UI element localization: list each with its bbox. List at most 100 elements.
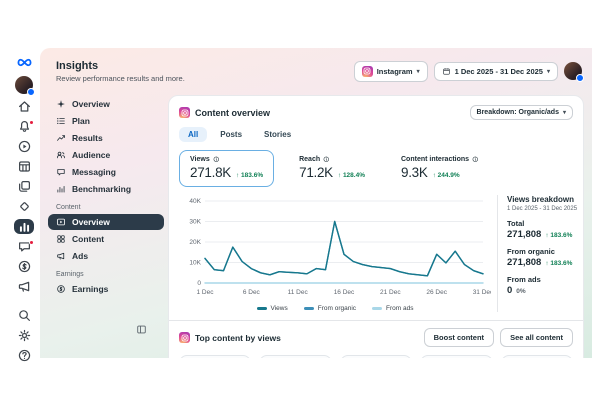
- legend-item-from-ads[interactable]: From ads: [372, 305, 413, 312]
- megaphone-icon: [56, 251, 66, 261]
- settings-gear-icon[interactable]: [14, 328, 34, 343]
- messaging-icon: [56, 167, 66, 177]
- breakdown-row-label: From ads: [507, 275, 541, 284]
- header-controls: Instagram ▾ 1 Dec 2025 - 31 Dec 2025 ▾: [353, 60, 584, 82]
- home-icon[interactable]: [14, 99, 34, 114]
- sidebar-item-overview[interactable]: Overview: [48, 96, 164, 112]
- top-content-card-row: [179, 355, 574, 358]
- instagram-icon: [179, 107, 190, 118]
- top-content-card[interactable]: [420, 355, 493, 358]
- metric-delta: ↑ 244.9%: [432, 172, 460, 179]
- grid-icon: [56, 234, 66, 244]
- svg-text:31 Dec: 31 Dec: [473, 289, 491, 296]
- legend-swatch: [303, 307, 314, 310]
- monetization-dollar-icon[interactable]: [14, 259, 34, 274]
- sidebar-item-overview[interactable]: Overview: [48, 214, 164, 230]
- sidebar-item-messaging[interactable]: Messaging: [48, 164, 164, 180]
- list-icon: [56, 116, 66, 126]
- media-icon: [56, 217, 66, 227]
- top-content-section: Top content by views Boost content See a…: [179, 328, 573, 347]
- metric-card-views[interactable]: Views 271.8K ↑ 183.6%: [179, 150, 275, 187]
- svg-text:1 Dec: 1 Dec: [197, 289, 215, 296]
- views-breakdown-rows: Total 271,808 ↑ 183.6% From organic 271,808 ↑…: [507, 219, 589, 296]
- legend-label: From organic: [317, 305, 357, 312]
- metric-card-reach[interactable]: Reach 71.2K ↑ 128.4%: [288, 150, 376, 187]
- app-window: Insights Review performance results and …: [8, 48, 592, 362]
- info-icon: [213, 156, 220, 163]
- breakdown-row-label: Total: [507, 219, 525, 228]
- metric-label: Reach: [299, 156, 365, 163]
- legend-item-from-organic[interactable]: From organic: [303, 305, 357, 312]
- metric-label: Views: [190, 156, 263, 163]
- ads-diamond-icon[interactable]: [14, 199, 34, 214]
- chart-legend: Views From organic From ads: [179, 305, 491, 312]
- play-circle-icon[interactable]: [14, 139, 34, 154]
- notification-badge: [29, 120, 34, 125]
- chevron-down-icon: ▾: [416, 68, 420, 75]
- top-content-card[interactable]: [259, 355, 332, 358]
- svg-text:20K: 20K: [189, 239, 201, 246]
- sidebar-item-label: Results: [72, 133, 103, 143]
- sidebar-item-earnings[interactable]: Earnings: [48, 281, 164, 297]
- content-overview-card: Content overview Breakdown: Organic/ads …: [168, 95, 584, 358]
- views-line-chart[interactable]: 0 10K 20K 30K 40K 1 Dec 6 Dec 11 Dec 16 Dec 21 De…: [179, 195, 494, 297]
- breakdown-row-delta: ↑ 183.6%: [545, 232, 573, 239]
- breakdown-selector-label: Breakdown: Organic/ads: [476, 109, 559, 116]
- profile-avatar[interactable]: [14, 76, 35, 96]
- sidebar-item-results[interactable]: Results: [48, 130, 164, 146]
- top-content-card[interactable]: [339, 355, 413, 358]
- collapse-sidebar-icon[interactable]: [136, 322, 147, 340]
- notifications-bell-icon[interactable]: [14, 119, 34, 134]
- legend-item-views[interactable]: Views: [256, 305, 288, 312]
- top-content-title-wrap: Top content by views: [179, 332, 281, 343]
- tab-all[interactable]: All: [179, 127, 208, 142]
- sidebar-item-audience[interactable]: Audience: [48, 147, 164, 163]
- date-range-selector[interactable]: 1 Dec 2025 - 31 Dec 2025 ▾: [433, 61, 558, 81]
- calendar-icon: [442, 67, 451, 76]
- sidebar-item-content[interactable]: Content: [48, 231, 164, 247]
- metric-value: 71.2K: [299, 165, 333, 180]
- search-icon[interactable]: [14, 308, 34, 323]
- divider: [169, 320, 583, 321]
- sidebar-item-label: Ads: [72, 251, 89, 261]
- content-overview-title-wrap: Content overview: [179, 107, 270, 118]
- sidebar-item-label: Overview: [72, 217, 110, 227]
- tab-posts[interactable]: Posts: [211, 127, 251, 142]
- views-breakdown-date: 1 Dec 2025 - 31 Dec 2025: [507, 206, 578, 212]
- top-content-card[interactable]: [500, 355, 574, 358]
- breakdown-row-value: 0: [507, 285, 513, 296]
- meta-logo-icon[interactable]: [14, 54, 34, 71]
- breakdown-selector[interactable]: Breakdown: Organic/ads ▾: [469, 105, 573, 120]
- svg-text:10K: 10K: [189, 260, 201, 267]
- instagram-icon: [179, 332, 190, 343]
- dollar-icon: [56, 284, 66, 294]
- sidebar-item-label: Plan: [72, 116, 90, 126]
- insights-bar-chart-icon[interactable]: [14, 219, 34, 234]
- avatar-badge: [576, 74, 584, 82]
- promote-megaphone-icon[interactable]: [14, 279, 34, 294]
- user-avatar[interactable]: [564, 62, 584, 82]
- content-stack-icon[interactable]: [14, 179, 34, 194]
- metric-card-content-interactions[interactable]: Content interactions 9.3K ↑ 244.9%: [390, 150, 490, 187]
- sidebar-item-label: Benchmarking: [72, 184, 132, 194]
- views-chart: 0 10K 20K 30K 40K 1 Dec 6 Dec 11 Dec 16 Dec 21 De…: [179, 195, 494, 312]
- metric-value: 9.3K: [401, 165, 428, 180]
- planner-calendar-icon[interactable]: [14, 159, 34, 174]
- account-selector[interactable]: Instagram ▾: [353, 60, 428, 82]
- see-all-content-button[interactable]: See all content: [500, 328, 573, 347]
- info-icon: [472, 156, 479, 163]
- boost-content-button[interactable]: Boost content: [423, 328, 495, 347]
- sidebar-item-plan[interactable]: Plan: [48, 113, 164, 129]
- comments-icon[interactable]: [14, 239, 34, 254]
- sparkle-icon: [56, 99, 66, 109]
- views-breakdown-panel: Views breakdown 1 Dec 2025 - 31 Dec 2025…: [497, 195, 589, 312]
- help-icon[interactable]: [14, 348, 34, 363]
- tab-stories[interactable]: Stories: [255, 127, 300, 142]
- sidebar-item-ads[interactable]: Ads: [48, 248, 164, 264]
- avatar: [15, 76, 35, 96]
- content-tabs: All Posts Stories: [179, 127, 573, 142]
- svg-text:6 Dec: 6 Dec: [243, 289, 261, 296]
- content-overview-header: Content overview Breakdown: Organic/ads …: [179, 105, 573, 120]
- top-content-card[interactable]: [179, 355, 252, 358]
- sidebar-item-benchmarking[interactable]: Benchmarking: [48, 181, 164, 197]
